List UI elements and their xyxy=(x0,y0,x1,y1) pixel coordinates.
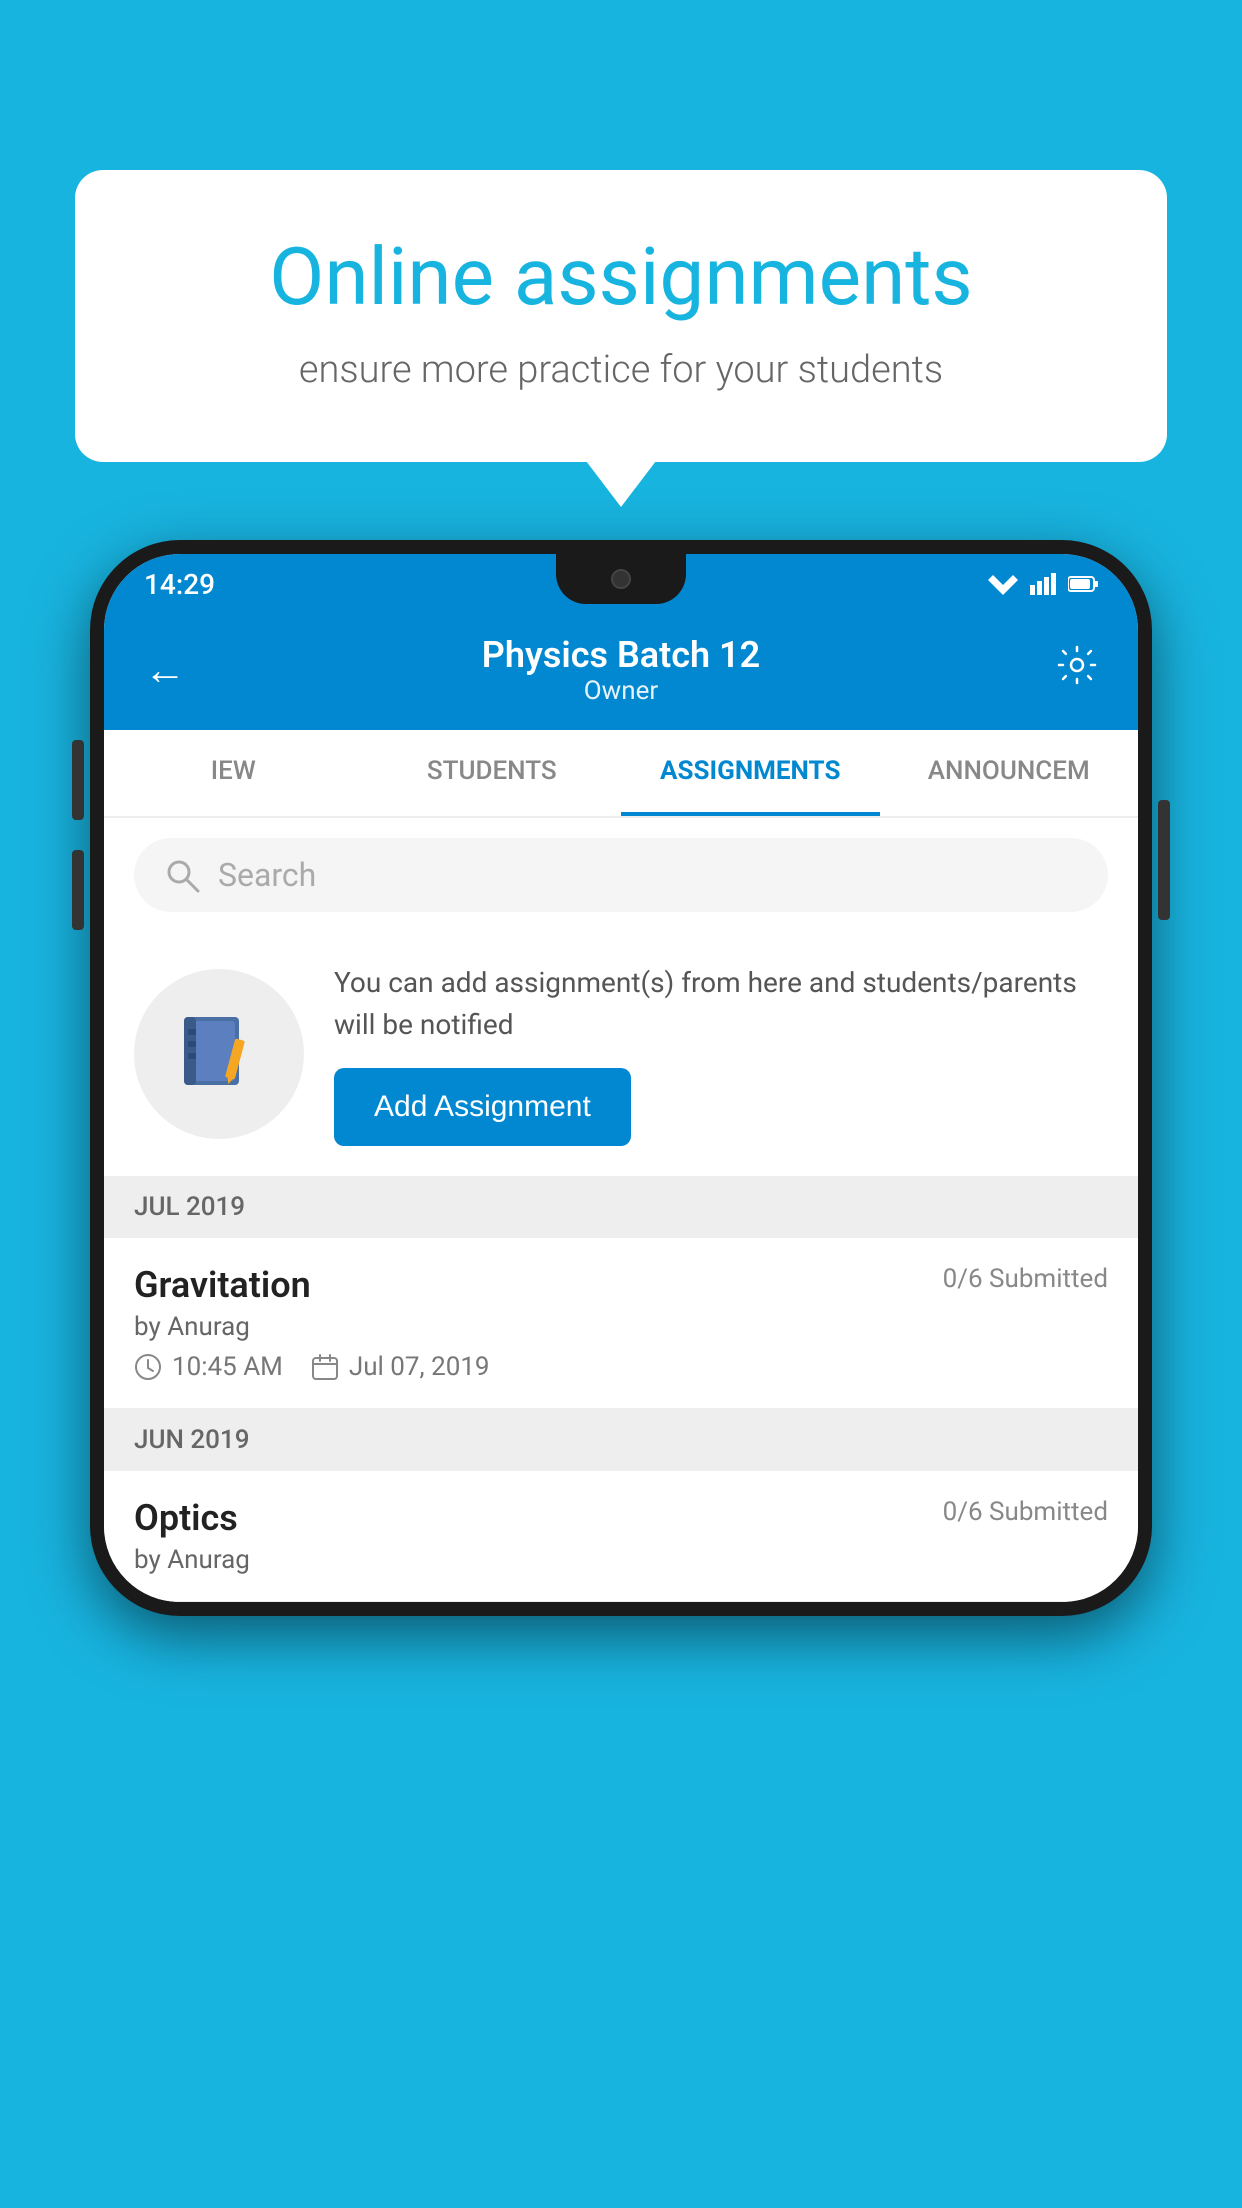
search-placeholder: Search xyxy=(218,856,316,894)
phone-device: 14:29 xyxy=(90,540,1152,1616)
phone-screen: 14:29 xyxy=(104,554,1138,1602)
header-title: Physics Batch 12 xyxy=(482,634,760,676)
tabs-bar: IEW STUDENTS ASSIGNMENTS ANNOUNCEM xyxy=(104,730,1138,818)
month-header-jul: JUL 2019 xyxy=(104,1176,1138,1238)
promo-section: You can add assignment(s) from here and … xyxy=(104,932,1138,1176)
status-icons xyxy=(988,573,1098,595)
calendar-icon xyxy=(311,1353,339,1381)
optics-name: Optics xyxy=(134,1497,238,1539)
status-bar: 14:29 xyxy=(104,554,1138,614)
header-subtitle: Owner xyxy=(482,676,760,706)
volume-up-button xyxy=(72,740,84,820)
meta-time: 10:45 AM xyxy=(134,1352,283,1382)
camera xyxy=(611,569,631,589)
power-button xyxy=(1158,800,1170,920)
tab-students[interactable]: STUDENTS xyxy=(363,730,622,816)
add-assignment-button[interactable]: Add Assignment xyxy=(334,1068,631,1146)
promo-icon-circle xyxy=(134,969,304,1139)
wifi-icon xyxy=(988,573,1018,595)
notebook-icon xyxy=(174,1009,264,1099)
signal-icon xyxy=(1030,573,1056,595)
date-value: Jul 07, 2019 xyxy=(349,1352,490,1382)
tab-announcements[interactable]: ANNOUNCEM xyxy=(880,730,1139,816)
settings-button[interactable] xyxy=(1056,644,1098,696)
speech-bubble: Online assignments ensure more practice … xyxy=(75,170,1167,462)
assignment-top-row: Gravitation 0/6 Submitted xyxy=(134,1264,1108,1306)
optics-submitted: 0/6 Submitted xyxy=(943,1497,1108,1527)
submitted-badge: 0/6 Submitted xyxy=(943,1264,1108,1294)
promo-content: You can add assignment(s) from here and … xyxy=(334,962,1108,1146)
tab-assignments[interactable]: ASSIGNMENTS xyxy=(621,730,880,816)
clock-icon xyxy=(134,1353,162,1381)
battery-icon xyxy=(1068,575,1098,593)
assignment-item-optics[interactable]: Optics 0/6 Submitted by Anurag xyxy=(104,1471,1138,1602)
header-title-group: Physics Batch 12 Owner xyxy=(482,634,760,706)
speech-bubble-subtitle: ensure more practice for your students xyxy=(155,348,1087,392)
optics-by: by Anurag xyxy=(134,1545,1108,1575)
app-header: ← Physics Batch 12 Owner xyxy=(104,614,1138,730)
search-box[interactable]: Search xyxy=(134,838,1108,912)
speech-bubble-container: Online assignments ensure more practice … xyxy=(75,170,1167,462)
phone-outer: 14:29 xyxy=(90,540,1152,1616)
tab-iew[interactable]: IEW xyxy=(104,730,363,816)
assignment-meta: 10:45 AM Jul 07, 2019 xyxy=(134,1352,1108,1382)
assignment-by: by Anurag xyxy=(134,1312,1108,1342)
notch xyxy=(556,554,686,604)
month-label-jul: JUL 2019 xyxy=(134,1192,245,1222)
back-button[interactable]: ← xyxy=(144,646,186,695)
promo-text: You can add assignment(s) from here and … xyxy=(334,962,1108,1046)
assignment-item-gravitation[interactable]: Gravitation 0/6 Submitted by Anurag 10:4… xyxy=(104,1238,1138,1409)
month-label-jun: JUN 2019 xyxy=(134,1425,249,1455)
search-icon xyxy=(164,857,200,893)
meta-date: Jul 07, 2019 xyxy=(311,1352,490,1382)
month-header-jun: JUN 2019 xyxy=(104,1409,1138,1471)
time-value: 10:45 AM xyxy=(172,1352,283,1382)
assignment-top-row-optics: Optics 0/6 Submitted xyxy=(134,1497,1108,1539)
assignment-name: Gravitation xyxy=(134,1264,311,1306)
speech-bubble-title: Online assignments xyxy=(155,230,1087,324)
search-container: Search xyxy=(104,818,1138,932)
status-time: 14:29 xyxy=(144,568,215,601)
volume-down-button xyxy=(72,850,84,930)
